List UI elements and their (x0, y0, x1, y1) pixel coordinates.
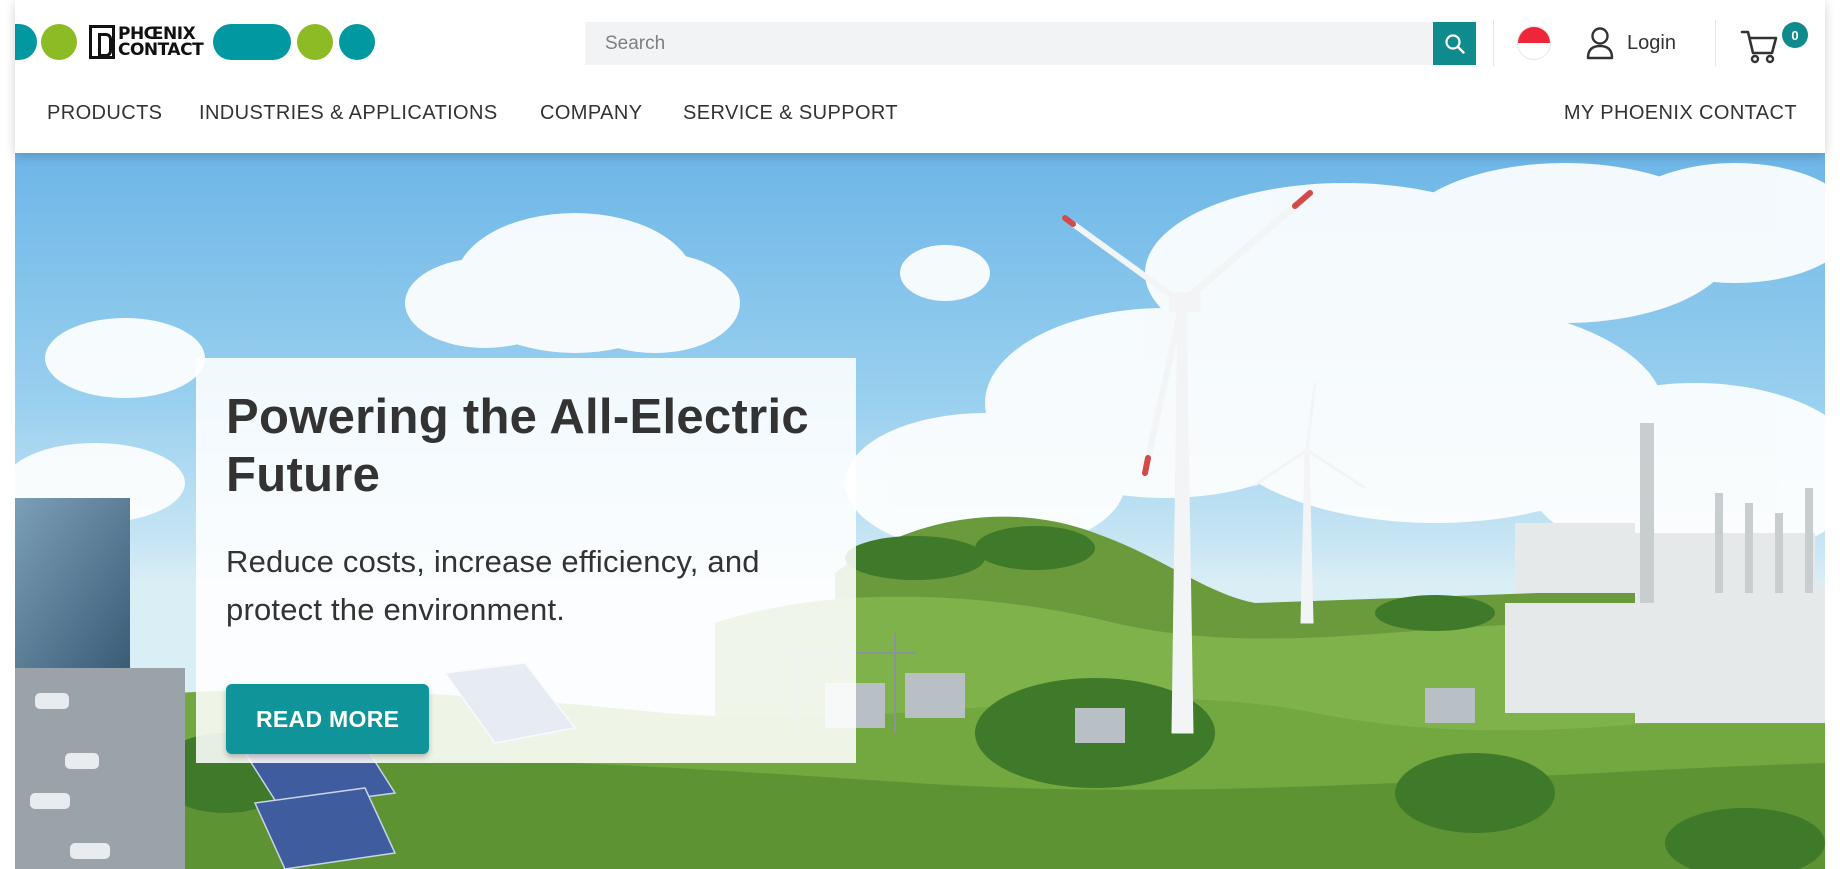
country-selector[interactable] (1518, 27, 1550, 59)
nav-item-service-support[interactable]: SERVICE & SUPPORT (683, 102, 898, 125)
logo-green-dot (41, 24, 77, 60)
shopping-cart-icon (1740, 30, 1778, 64)
hero-subtitle: Reduce costs, increase efficiency, and p… (226, 544, 760, 627)
search-icon (1444, 33, 1465, 54)
logo-green-dot-2 (297, 24, 334, 60)
logo-wordmark: PHŒNIX CONTACT (89, 22, 204, 62)
page: PHŒNIX CONTACT Search Login 0 PRODUCTS I… (0, 0, 1840, 869)
site-header: PHŒNIX CONTACT Search Login 0 PRODUCTS I… (15, 0, 1825, 153)
logo-teal-pill (213, 24, 292, 60)
nav-item-products[interactable]: PRODUCTS (47, 102, 162, 125)
phoenix-contact-logo[interactable]: PHŒNIX CONTACT (15, 22, 381, 62)
cart-count-badge: 0 (1782, 22, 1808, 48)
singapore-flag-icon (1518, 27, 1550, 43)
search-bar (585, 22, 1476, 65)
read-more-button[interactable]: READ MORE (226, 684, 430, 754)
nav-item-industries-applications[interactable]: INDUSTRIES & APPLICATIONS (199, 102, 498, 125)
flag-lower-half (1518, 43, 1550, 59)
hero-title: Powering the All-Electric Future (226, 390, 809, 502)
cart-button[interactable]: 0 (1740, 20, 1808, 65)
logo-text-line2: CONTACT (118, 40, 204, 60)
header-divider-2 (1715, 20, 1716, 66)
user-icon (1586, 27, 1614, 60)
logo-text: PHŒNIX CONTACT (118, 26, 204, 60)
logo-teal-dot (339, 24, 376, 60)
header-divider (1493, 20, 1494, 66)
login-link[interactable]: Login (1585, 24, 1676, 62)
main-navigation: PRODUCTS INDUSTRIES & APPLICATIONS COMPA… (15, 92, 1825, 132)
hero-banner: Powering the All-Electric Future Reduce … (15, 153, 1825, 869)
logo-half-dot (15, 24, 37, 60)
search-input[interactable] (585, 22, 1433, 65)
search-button[interactable] (1433, 22, 1476, 65)
login-label: Login (1627, 31, 1676, 54)
nav-item-company[interactable]: COMPANY (540, 102, 642, 125)
hero-card: Powering the All-Electric Future Reduce … (196, 358, 856, 763)
nav-item-my-phoenix-contact[interactable]: MY PHOENIX CONTACT (1564, 102, 1797, 125)
logo-mark-icon (89, 25, 115, 59)
